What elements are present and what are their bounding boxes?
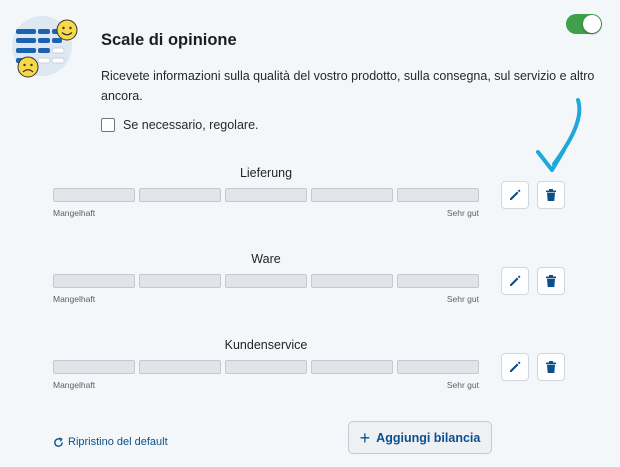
scale-segment bbox=[397, 274, 479, 288]
reset-default-link[interactable]: Ripristino del default bbox=[53, 436, 168, 448]
add-scale-label: Aggiungi bilancia bbox=[376, 430, 481, 445]
reset-default-label: Ripristino del default bbox=[68, 436, 168, 448]
delete-button-ware[interactable] bbox=[537, 267, 565, 295]
adjust-option[interactable]: Se necessario, regolare. bbox=[101, 116, 259, 134]
delete-button-lieferung[interactable] bbox=[537, 181, 565, 209]
scale-min-label: Mangelhaft bbox=[53, 380, 96, 390]
toggle-knob bbox=[583, 15, 601, 33]
scale-segment bbox=[311, 188, 393, 202]
scale-lieferung: Lieferung Mangelhaft Sehr gut bbox=[53, 166, 479, 226]
scale-segments bbox=[53, 274, 479, 288]
scale-segment bbox=[225, 274, 307, 288]
scale-segment bbox=[139, 360, 221, 374]
scale-min-label: Mangelhaft bbox=[53, 294, 96, 304]
scale-max-label: Sehr gut bbox=[446, 380, 479, 390]
scale-kundenservice: Kundenservice Mangelhaft Sehr gut bbox=[53, 338, 479, 398]
scale-segment bbox=[139, 274, 221, 288]
scale-title: Kundenservice bbox=[224, 338, 308, 352]
pencil-icon bbox=[510, 275, 521, 286]
reset-icon bbox=[54, 436, 63, 447]
add-scale-button[interactable]: + Aggiungi bilancia bbox=[348, 421, 492, 454]
scale-segment bbox=[225, 188, 307, 202]
scale-segment bbox=[53, 188, 135, 202]
scale-segment bbox=[53, 274, 135, 288]
scale-segment bbox=[397, 188, 479, 202]
adjust-checkbox-label: Se necessario, regolare. bbox=[123, 118, 259, 132]
scale-min-label: Mangelhaft bbox=[53, 208, 96, 218]
scale-title: Ware bbox=[251, 252, 281, 266]
trash-icon bbox=[546, 189, 556, 201]
edit-button-lieferung[interactable] bbox=[501, 181, 529, 209]
edit-button-ware[interactable] bbox=[501, 267, 529, 295]
scale-segment bbox=[53, 360, 135, 374]
annotation-arrow-icon bbox=[536, 98, 582, 172]
trash-icon bbox=[546, 361, 556, 373]
delete-button-kundenservice[interactable] bbox=[537, 353, 565, 381]
scale-segments bbox=[53, 360, 479, 374]
scale-max-label: Sehr gut bbox=[446, 294, 479, 304]
scale-segment bbox=[311, 360, 393, 374]
scale-max-label: Sehr gut bbox=[446, 208, 479, 218]
scale-segment bbox=[139, 188, 221, 202]
scale-segments bbox=[53, 188, 479, 202]
scale-segment bbox=[311, 274, 393, 288]
scale-title: Lieferung bbox=[239, 166, 293, 180]
adjust-checkbox[interactable] bbox=[101, 118, 115, 132]
edit-button-kundenservice[interactable] bbox=[501, 353, 529, 381]
opinion-scale-logo bbox=[12, 16, 84, 80]
trash-icon bbox=[546, 275, 556, 287]
page-title: Scale di opinione bbox=[101, 31, 237, 49]
description-text: Ricevete informazioni sulla qualità del … bbox=[101, 69, 595, 103]
pencil-icon bbox=[510, 189, 521, 200]
scale-segment bbox=[225, 360, 307, 374]
enable-toggle[interactable] bbox=[566, 14, 602, 34]
scale-segment bbox=[397, 360, 479, 374]
pencil-icon bbox=[510, 361, 521, 372]
scale-ware: Ware Mangelhaft Sehr gut bbox=[53, 252, 479, 312]
plus-icon: + bbox=[359, 427, 371, 448]
